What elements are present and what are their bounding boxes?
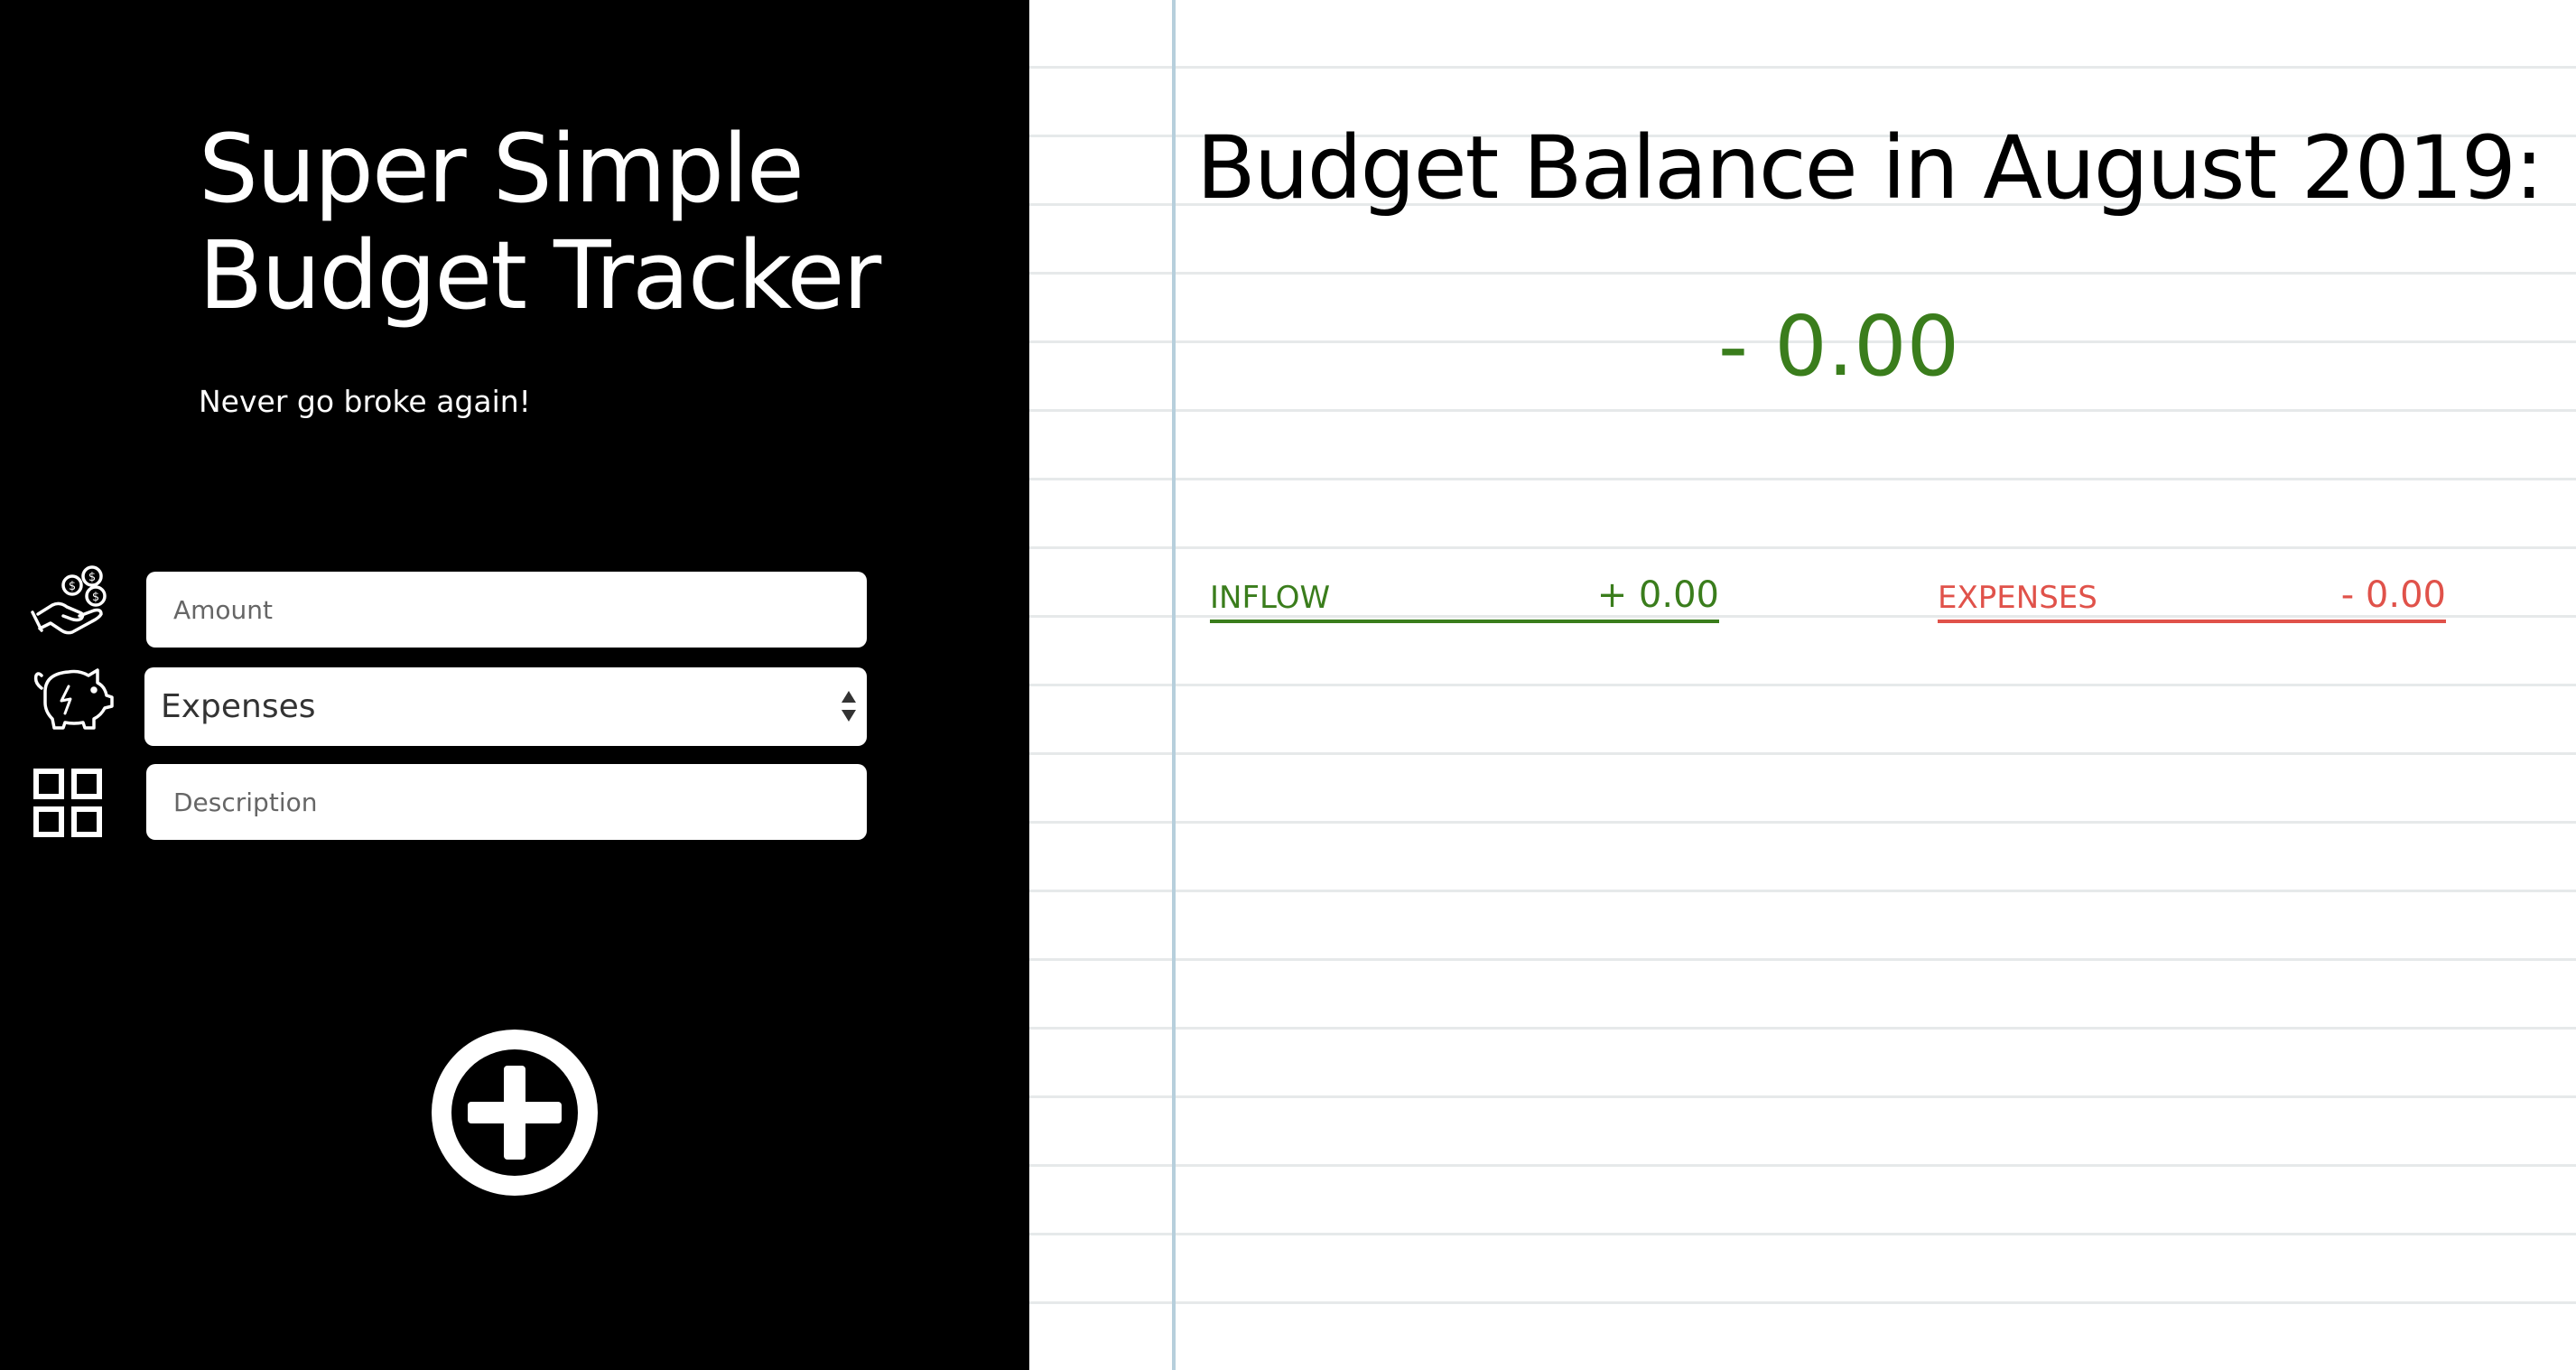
- expenses-amount: - 0.00: [2340, 574, 2446, 616]
- select-arrows-icon: [840, 687, 858, 725]
- app-tagline: Never go broke again!: [199, 384, 531, 419]
- money-hand-icon: $ $ $: [27, 558, 117, 639]
- app-title-line1: Super Simple: [199, 114, 804, 224]
- app-title: Super Simple Budget Tracker: [199, 114, 881, 331]
- balance-heading: Budget Balance in August 2019:: [1196, 117, 2543, 219]
- expenses-summary: EXPENSES - 0.00: [1938, 574, 2446, 623]
- notebook-margin-line: [1172, 0, 1176, 1370]
- budget-app: Super Simple Budget Tracker Never go brok…: [0, 0, 2576, 1370]
- amount-input[interactable]: [146, 572, 867, 648]
- category-grid-icon: [33, 768, 105, 840]
- app-title-line2: Budget Tracker: [199, 220, 881, 331]
- add-entry-button[interactable]: [432, 1030, 598, 1196]
- inflow-label: INFLOW: [1210, 580, 1331, 616]
- plus-circle-icon: [432, 1030, 598, 1196]
- svg-text:$: $: [69, 580, 76, 593]
- description-input[interactable]: [146, 764, 867, 840]
- piggy-bank-icon: [25, 656, 116, 737]
- type-select-value: Expenses: [161, 688, 316, 725]
- expenses-label: EXPENSES: [1938, 580, 2097, 616]
- svg-text:$: $: [88, 571, 96, 584]
- balance-panel: Budget Balance in August 2019: - 0.00 IN…: [1029, 0, 2576, 1370]
- type-select[interactable]: Expenses: [144, 667, 867, 746]
- svg-text:$: $: [92, 591, 99, 604]
- inflow-amount: + 0.00: [1596, 574, 1719, 616]
- input-panel: Super Simple Budget Tracker Never go brok…: [0, 0, 1029, 1370]
- balance-value: - 0.00: [1717, 298, 1960, 395]
- inflow-summary: INFLOW + 0.00: [1210, 574, 1719, 623]
